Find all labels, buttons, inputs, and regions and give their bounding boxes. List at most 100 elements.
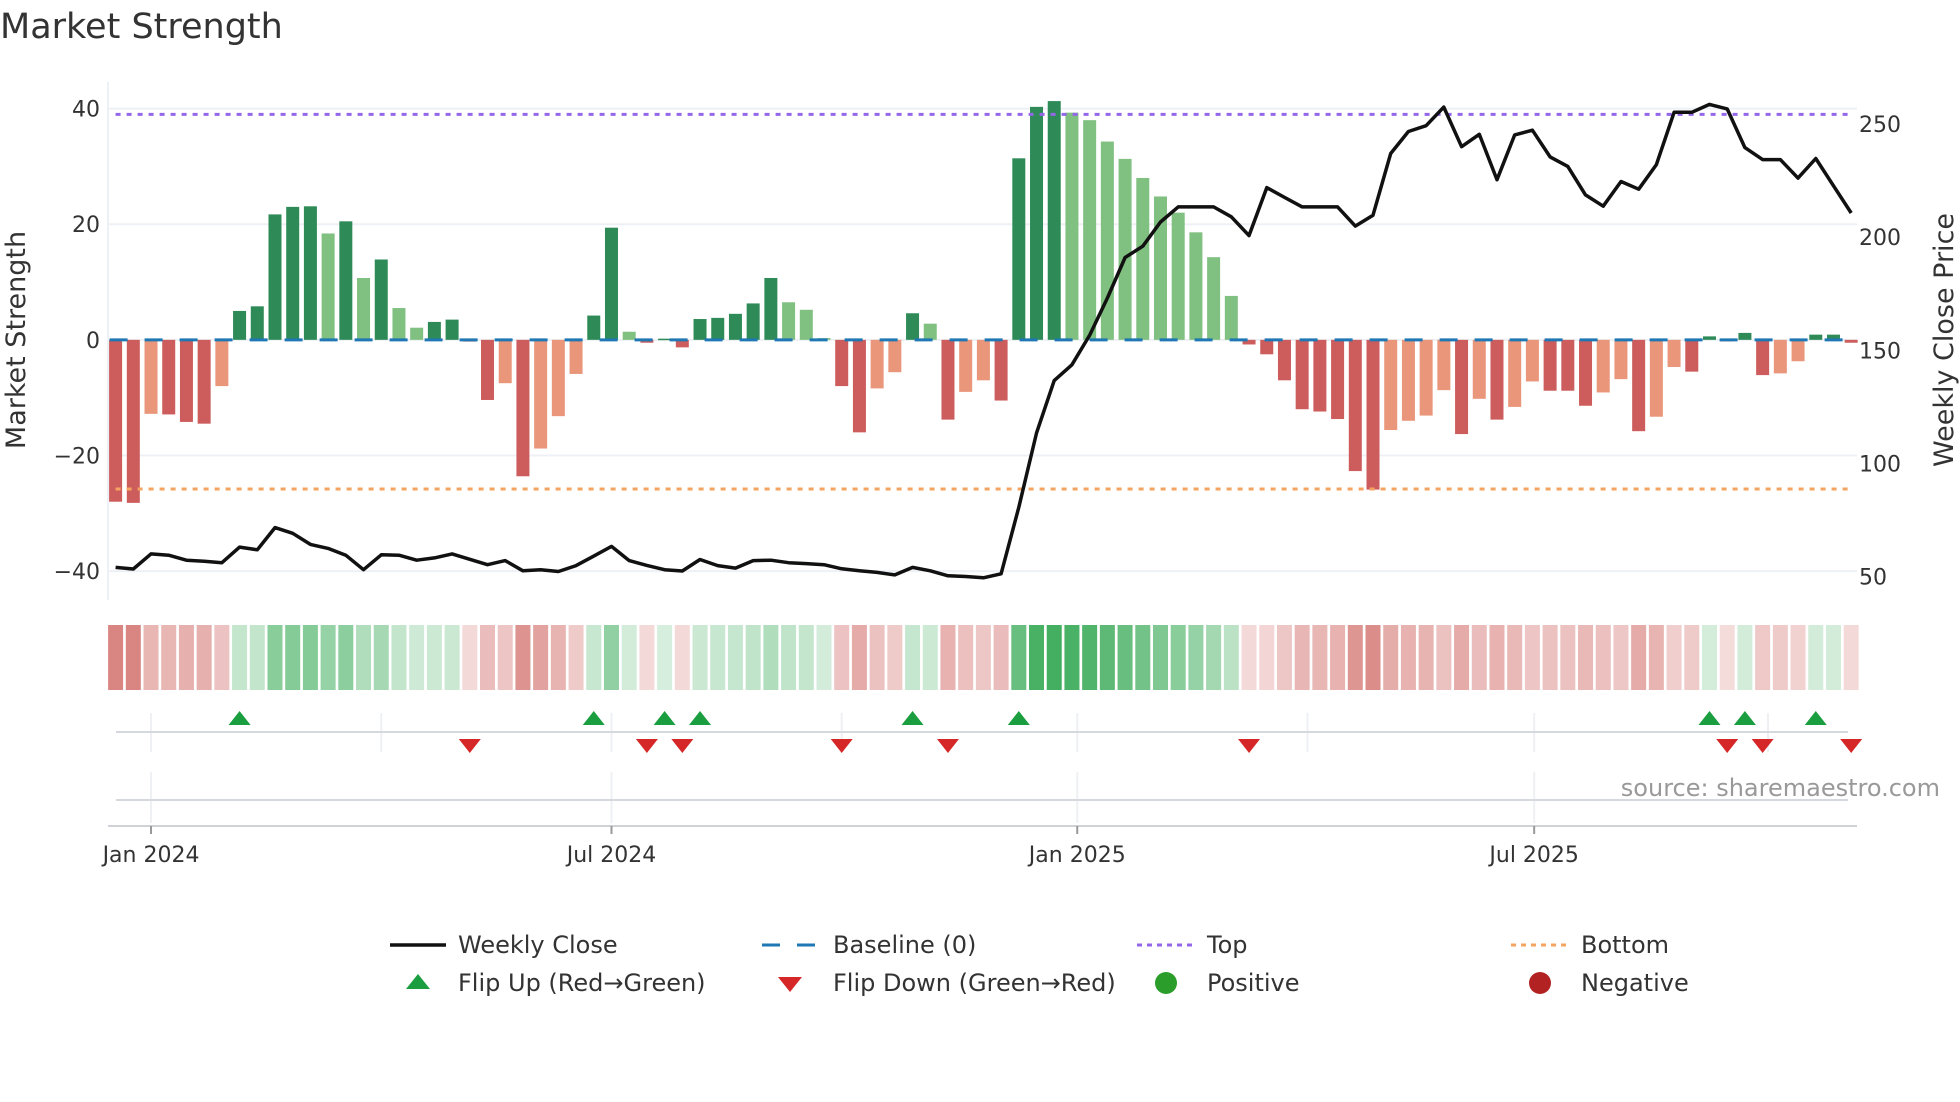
legend-label: Flip Down (Green→Red): [833, 969, 1116, 997]
heatmap-cell: [373, 625, 389, 690]
y-tick-label: 0: [86, 329, 100, 354]
heatmap-cell: [302, 625, 318, 690]
negative-strength-bar: [481, 339, 495, 400]
negative-strength-bar: [551, 339, 565, 417]
heatmap-cell: [1578, 625, 1594, 690]
negative-strength-bar: [1667, 339, 1681, 368]
heatmap-cell: [1631, 625, 1647, 690]
negative-strength-bar: [126, 339, 140, 503]
negative-strength-bar: [1384, 339, 1398, 431]
heatmap-cell: [1418, 625, 1434, 690]
y-tick-label: −40: [54, 560, 100, 585]
positive-strength-bar: [321, 233, 335, 340]
y-axis-title: Market Strength: [1, 231, 32, 449]
heatmap-cell: [603, 625, 619, 690]
positive-strength-bar: [693, 319, 707, 340]
negative-strength-bar: [1791, 339, 1805, 362]
negative-strength-bar: [1277, 339, 1291, 381]
negative-strength-bar: [1331, 339, 1345, 420]
negative-strength-bar: [215, 339, 229, 387]
negative-strength-bar: [835, 339, 849, 387]
positive-strength-bar: [1738, 332, 1752, 340]
heatmap-cell: [639, 625, 655, 690]
positive-strength-bar: [374, 259, 388, 340]
flip-down-marker: [1840, 739, 1863, 753]
negative-strength-bar: [1614, 339, 1628, 380]
heatmap-cell: [745, 625, 761, 690]
heatmap-cell: [1188, 625, 1204, 690]
legend-label: Baseline (0): [833, 931, 976, 959]
heatmap-cell: [586, 625, 602, 690]
heatmap-cell: [1843, 625, 1859, 690]
positive-strength-bar: [268, 214, 282, 340]
heatmap-cell: [1471, 625, 1487, 690]
heatmap-cell: [1507, 625, 1523, 690]
y2-tick-label: 200: [1859, 226, 1901, 251]
heatmap-cell: [409, 625, 425, 690]
legend-label: Negative: [1581, 969, 1689, 997]
negative-strength-bar: [179, 339, 193, 422]
legend-flip-down-icon: [778, 977, 802, 992]
positive-strength-bar: [1703, 336, 1716, 340]
heatmap-cell: [426, 625, 442, 690]
positive-strength-bar: [445, 319, 459, 340]
positive-strength-bar: [1136, 177, 1150, 340]
heatmap-cell: [887, 625, 903, 690]
heatmap-cell: [1755, 625, 1771, 690]
negative-strength-bar: [1543, 339, 1557, 391]
heatmap-cell: [196, 625, 212, 690]
y2-tick-label: 50: [1859, 565, 1887, 590]
heatmap-cell: [232, 625, 248, 690]
market-strength-chart: Market Strength 40200−20−402502001501005…: [0, 7, 1960, 997]
negative-strength-bar: [1313, 339, 1327, 412]
heatmap-cell: [1542, 625, 1558, 690]
positive-strength-bar: [410, 327, 424, 340]
heatmap-cell: [781, 625, 797, 690]
heatmap-cell: [1029, 625, 1045, 690]
heatmap-cell: [338, 625, 354, 690]
heatmap-cell: [1241, 625, 1257, 690]
heatmap-cell: [1294, 625, 1310, 690]
flip-markers: Jan 2024 Jul 2024 Jan 2025 Jul 2025: [101, 711, 1863, 868]
legend-label: Flip Up (Red→Green): [458, 969, 706, 997]
heatmap-cell: [550, 625, 566, 690]
negative-strength-bar: [1472, 339, 1486, 399]
negative-strength-bar: [1561, 339, 1575, 391]
negative-strength-bar: [1649, 339, 1663, 417]
positive-strength-bar: [1065, 112, 1079, 340]
heatmap-cell: [1666, 625, 1682, 690]
positive-strength-bar: [658, 338, 672, 341]
heatmap-cell: [1790, 625, 1806, 690]
heatmap-cell: [1702, 625, 1717, 690]
heatmap-cell: [1276, 625, 1292, 690]
heatmap-cell: [1383, 625, 1399, 690]
heatmap-cell: [1330, 625, 1346, 690]
flip-down-marker: [1751, 739, 1774, 753]
flip-down-marker: [1716, 739, 1739, 753]
y-tick-label: −20: [54, 444, 100, 469]
negative-strength-bar: [941, 339, 955, 420]
heatmap-cell: [1808, 625, 1824, 690]
legend-flip-up-icon: [406, 974, 430, 989]
heatmap-cell: [1312, 625, 1328, 690]
heatmap-cell: [816, 625, 832, 690]
heatmap-cell: [851, 625, 867, 690]
flip-down-marker: [830, 739, 853, 753]
negative-strength-bar: [870, 339, 884, 389]
positive-strength-bar: [1118, 158, 1132, 340]
flip-up-marker: [689, 711, 712, 725]
heatmap-cell: [533, 625, 549, 690]
flip-down-marker: [936, 739, 959, 753]
positive-strength-bar: [250, 306, 264, 340]
heatmap-cell: [993, 625, 1009, 690]
heatmap-cell: [1082, 625, 1098, 690]
heatmap-cell: [568, 625, 584, 690]
legend: Weekly Close Baseline (0) Top Bottom Flip Up…: [390, 931, 1689, 997]
positive-strength-bar: [1030, 106, 1044, 340]
heatmap-cell: [161, 625, 177, 690]
negative-strength-bar: [1437, 339, 1451, 391]
heatmap-cell: [356, 625, 372, 690]
flip-up-marker: [1733, 711, 1756, 725]
strength-heatmap-strip: [108, 625, 1859, 690]
heatmap-cell: [1595, 625, 1611, 690]
